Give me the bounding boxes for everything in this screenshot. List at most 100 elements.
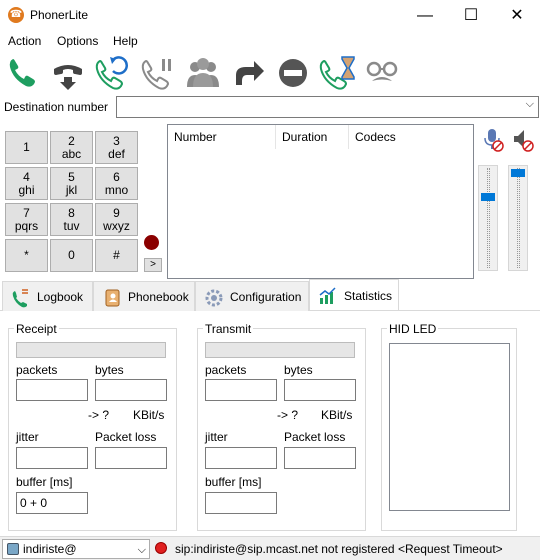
column-header-number[interactable]: Number (168, 125, 276, 149)
transmit-buffer-label: buffer [ms] (205, 475, 262, 489)
destination-label: Destination number (4, 100, 109, 114)
hold-icon[interactable] (138, 53, 178, 93)
menu-action[interactable]: Action (8, 34, 41, 48)
speaker-volume-slider[interactable] (508, 165, 528, 271)
microphone-mute-icon[interactable] (482, 128, 504, 152)
tab-bar: Logbook Phonebook Configuration Statisti… (0, 279, 540, 311)
keypad-key[interactable]: 6 mno (95, 167, 138, 200)
menu-help[interactable]: Help (113, 34, 138, 48)
key-letters: jkl (65, 183, 78, 197)
receipt-title: Receipt (14, 322, 59, 336)
transmit-packets-label: packets (205, 363, 247, 377)
minimize-button[interactable]: — (402, 0, 448, 31)
hid-led-title: HID LED (387, 322, 439, 336)
receipt-packets-field[interactable] (16, 379, 88, 401)
statistics-icon (319, 287, 336, 304)
tab-statistics[interactable]: Statistics (309, 279, 399, 310)
account-select[interactable]: indiriste@ ⌵ (2, 539, 150, 559)
receipt-bytes-label: bytes (95, 363, 124, 377)
redial-icon[interactable] (92, 53, 132, 93)
keypad-key[interactable]: 0 (50, 239, 93, 272)
keypad-key[interactable]: 3 def (95, 131, 138, 164)
keypad-key[interactable]: 1 (5, 131, 48, 164)
tab-label: Logbook (37, 290, 84, 304)
transmit-rate-arrow: -> ? (277, 408, 299, 422)
transmit-rate-unit: KBit/s (321, 408, 353, 422)
calls-table[interactable]: Number Duration Codecs (167, 124, 474, 279)
tab-phonebook[interactable]: Phonebook (93, 281, 195, 311)
keypad-key[interactable]: # (95, 239, 138, 272)
receipt-loss-label: Packet loss (95, 430, 157, 444)
transmit-jitter-field[interactable] (205, 447, 277, 469)
hid-led-list[interactable] (389, 343, 510, 511)
keypad-key[interactable]: 7 pqrs (5, 203, 48, 236)
menu-options[interactable]: Options (57, 34, 98, 48)
call-waiting-icon[interactable] (318, 53, 358, 93)
receipt-rate-unit: KBit/s (133, 408, 165, 422)
reject-icon[interactable] (273, 53, 313, 93)
key-digit: 2 (68, 134, 75, 148)
record-button[interactable] (144, 235, 159, 250)
receipt-buffer-label: buffer [ms] (16, 475, 73, 489)
receipt-jitter-field[interactable] (16, 447, 88, 469)
chevron-down-icon[interactable]: ⌵ (526, 98, 534, 111)
receipt-bytes-field[interactable] (95, 379, 167, 401)
receipt-loss-field[interactable] (95, 447, 167, 469)
receipt-packets-label: packets (16, 363, 58, 377)
transmit-loss-field[interactable] (284, 447, 356, 469)
destination-number-input[interactable]: ⌵ (116, 96, 539, 118)
slider-thumb[interactable] (481, 193, 495, 201)
key-digit: 8 (68, 206, 75, 220)
title-bar: ☎ PhonerLite — ☐ ✕ (0, 0, 540, 31)
keypad-key[interactable]: 4 ghi (5, 167, 48, 200)
status-bar: indiriste@ ⌵ sip:indiriste@sip.mcast.net… (0, 536, 540, 560)
slider-thumb[interactable] (511, 169, 525, 177)
call-icon[interactable] (3, 53, 43, 93)
key-digit: 5 (68, 170, 75, 184)
transmit-level-bar (205, 342, 355, 358)
key-digit: 1 (23, 140, 30, 154)
key-letters: mno (104, 183, 129, 197)
tab-label: Statistics (344, 289, 393, 303)
incognito-icon[interactable] (362, 53, 402, 93)
tab-configuration[interactable]: Configuration (195, 281, 309, 311)
transmit-buffer-field[interactable] (205, 492, 277, 514)
statistics-panel: Receipt packets bytes -> ? KBit/s jitter… (0, 311, 540, 535)
key-digit: 4 (23, 170, 30, 184)
account-icon (7, 543, 19, 555)
key-letters: tuv (63, 219, 80, 233)
close-button[interactable]: ✕ (494, 0, 540, 31)
column-header-codecs[interactable]: Codecs (349, 125, 473, 149)
conference-icon[interactable] (183, 53, 223, 93)
key-letters: def (108, 147, 125, 161)
more-button[interactable]: > (144, 258, 162, 272)
key-digit: 6 (113, 170, 120, 184)
tab-logbook[interactable]: Logbook (2, 281, 93, 311)
tab-label: Phonebook (128, 290, 189, 304)
column-header-duration[interactable]: Duration (276, 125, 349, 149)
registration-status-icon (155, 542, 167, 554)
receipt-level-bar (16, 342, 166, 358)
keypad-key[interactable]: * (5, 239, 48, 272)
receipt-buffer-field[interactable]: 0 + 0 (16, 492, 88, 514)
receipt-rate-arrow: -> ? (88, 408, 110, 422)
transfer-icon[interactable] (228, 53, 268, 93)
transmit-bytes-field[interactable] (284, 379, 356, 401)
keypad-key[interactable]: 8 tuv (50, 203, 93, 236)
key-digit: 0 (68, 248, 75, 262)
microphone-volume-slider[interactable] (478, 165, 498, 271)
key-letters: ghi (18, 183, 35, 197)
keypad-key[interactable]: 5 jkl (50, 167, 93, 200)
key-letters: abc (61, 147, 82, 161)
chevron-down-icon[interactable]: ⌵ (138, 541, 146, 559)
key-digit: * (24, 248, 29, 262)
logbook-icon (12, 289, 28, 308)
transmit-packets-field[interactable] (205, 379, 277, 401)
maximize-button[interactable]: ☐ (448, 0, 494, 31)
keypad-key[interactable]: 9 wxyz (95, 203, 138, 236)
key-digit: # (113, 248, 120, 262)
hangup-icon[interactable] (48, 53, 88, 93)
keypad-key[interactable]: 2 abc (50, 131, 93, 164)
speaker-mute-icon[interactable] (511, 128, 535, 152)
toolbar (0, 53, 540, 95)
